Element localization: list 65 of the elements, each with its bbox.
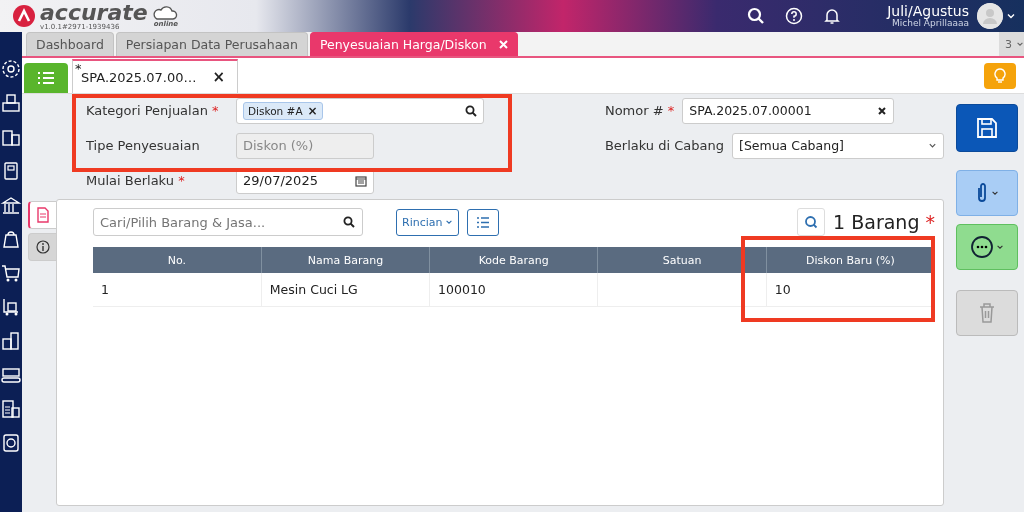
search-button[interactable] <box>797 208 826 236</box>
paperclip-icon[interactable] <box>975 182 989 204</box>
column-header: No. <box>93 247 262 273</box>
document-icon <box>36 207 50 223</box>
item-count: 1 Barang * <box>833 211 935 233</box>
logo-icon <box>12 4 36 28</box>
bell-icon[interactable] <box>823 7 842 25</box>
number-field[interactable]: SPA.2025.07.00001 <box>682 97 895 124</box>
tab[interactable]: Penyesuaian Harga/Diskon <box>309 32 518 56</box>
user-name: Michel Aprillaaaa <box>892 18 969 29</box>
item-search-field[interactable]: Cari/Pilih Barang & Jasa... <box>93 208 363 236</box>
caret-icon[interactable] <box>444 218 453 226</box>
calendar-icon[interactable] <box>355 174 367 187</box>
period-text[interactable]: Juli/Agustus <box>887 3 969 19</box>
avatar-icon[interactable] <box>977 3 1003 29</box>
caret-icon[interactable] <box>928 141 937 150</box>
info-icon <box>35 240 50 254</box>
more-icon[interactable] <box>970 235 994 259</box>
help-icon[interactable] <box>785 7 804 25</box>
printer-icon[interactable] <box>0 92 22 114</box>
table-cell: 100010 <box>429 273 598 306</box>
detail-button[interactable]: Rincian <box>396 208 459 236</box>
search-icon[interactable] <box>747 7 766 25</box>
logo-text: accurate <box>40 1 148 24</box>
close-icon[interactable] <box>498 40 508 49</box>
clear-icon[interactable] <box>877 105 888 116</box>
table-cell: Mesin Cuci LG <box>261 273 430 306</box>
cloud-icon <box>151 4 178 21</box>
document-tab[interactable]: *SPA.2025.07.00… × <box>72 59 239 93</box>
settings-icon[interactable] <box>0 58 22 80</box>
column-header: Kode Barang <box>429 247 598 273</box>
attachment-button[interactable] <box>956 170 1018 216</box>
column-header: Nama Barang <box>261 247 430 273</box>
list-icon[interactable] <box>37 70 55 86</box>
tab[interactable]: Persiapan Data Perusahaan <box>115 32 308 56</box>
field-label: Berlaku di Cabang <box>604 138 724 153</box>
type-field: Diskon (%) <box>236 132 374 159</box>
field-label: Mulai Berlaku * <box>86 173 186 188</box>
field-label: Tipe Penyesuaian <box>86 138 201 153</box>
table-cell: 1 <box>93 273 262 306</box>
field-label: Kategori Penjualan * <box>86 103 220 118</box>
document-icon[interactable] <box>0 398 22 420</box>
tab-count[interactable]: 3 <box>999 32 1024 56</box>
search-icon[interactable] <box>343 216 355 228</box>
buildings-icon[interactable] <box>0 330 22 352</box>
more-button[interactable] <box>956 224 1018 270</box>
save-icon[interactable] <box>975 116 999 140</box>
branch-select[interactable]: [Semua Cabang] <box>732 132 944 159</box>
tab[interactable]: Dashboard <box>26 32 114 56</box>
table-cell: 10 <box>766 273 935 306</box>
category-field[interactable]: Diskon #A × <box>236 97 484 124</box>
list-button[interactable] <box>466 208 499 236</box>
caret-icon[interactable] <box>996 243 1004 251</box>
cart-icon[interactable] <box>0 262 22 284</box>
list-icon[interactable] <box>475 215 490 229</box>
bank-icon[interactable] <box>0 194 22 216</box>
caret-icon[interactable] <box>991 189 999 197</box>
side-tab[interactable] <box>28 201 56 229</box>
save-button[interactable] <box>956 104 1018 152</box>
caret-icon[interactable] <box>1006 11 1016 21</box>
bag-icon[interactable] <box>0 228 22 250</box>
search-icon[interactable] <box>465 104 477 117</box>
column-header: Satuan <box>597 247 767 273</box>
side-tab[interactable] <box>28 233 56 261</box>
field-label: Nomor # * <box>604 103 675 118</box>
